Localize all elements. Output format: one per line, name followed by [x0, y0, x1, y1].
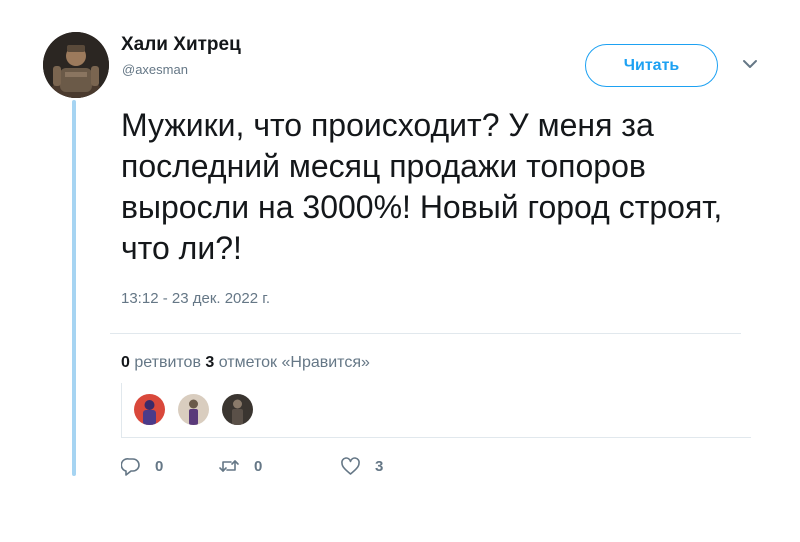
- divider: [121, 437, 751, 438]
- retweet-count: 0: [254, 457, 263, 475]
- tweet-timestamp[interactable]: 13:12 - 23 дек. 2022 г.: [121, 290, 270, 307]
- liker-avatar[interactable]: [134, 394, 165, 425]
- reply-button[interactable]: 0: [121, 457, 163, 476]
- liker-avatar[interactable]: [178, 394, 209, 425]
- likes-count[interactable]: 3: [205, 354, 214, 371]
- warrior-avatar-image: [43, 32, 109, 98]
- heart-icon: [341, 457, 360, 475]
- reply-count: 0: [155, 458, 164, 475]
- liker-avatar-image: [134, 394, 165, 425]
- liker-avatar-image: [178, 394, 209, 425]
- liker-avatar-image: [222, 394, 253, 425]
- author-display-name[interactable]: Хали Хитрец: [121, 34, 241, 56]
- engagement-stats: 0 ретвитов 3 отметок «Нравится»: [121, 354, 370, 372]
- divider: [110, 333, 741, 334]
- author-avatar[interactable]: [43, 32, 109, 98]
- retweet-icon: [219, 460, 239, 472]
- like-count: 3: [375, 458, 384, 475]
- divider: [121, 383, 122, 437]
- tweet-text: Мужики, что происходит? У меня за послед…: [121, 107, 723, 266]
- like-button[interactable]: 3: [340, 457, 383, 476]
- thread-line: [72, 100, 76, 476]
- likes-label[interactable]: отметок «Нравится»: [219, 354, 370, 371]
- retweet-button[interactable]: 0: [218, 457, 262, 475]
- retweets-label[interactable]: ретвитов: [134, 354, 201, 371]
- follow-button[interactable]: Читать: [585, 44, 718, 87]
- liker-avatars: [134, 394, 253, 425]
- reply-icon: [121, 458, 140, 476]
- author-handle[interactable]: @axesman: [122, 62, 188, 77]
- liker-avatar[interactable]: [222, 394, 253, 425]
- chevron-down-icon[interactable]: [741, 58, 759, 70]
- retweets-count[interactable]: 0: [121, 354, 130, 371]
